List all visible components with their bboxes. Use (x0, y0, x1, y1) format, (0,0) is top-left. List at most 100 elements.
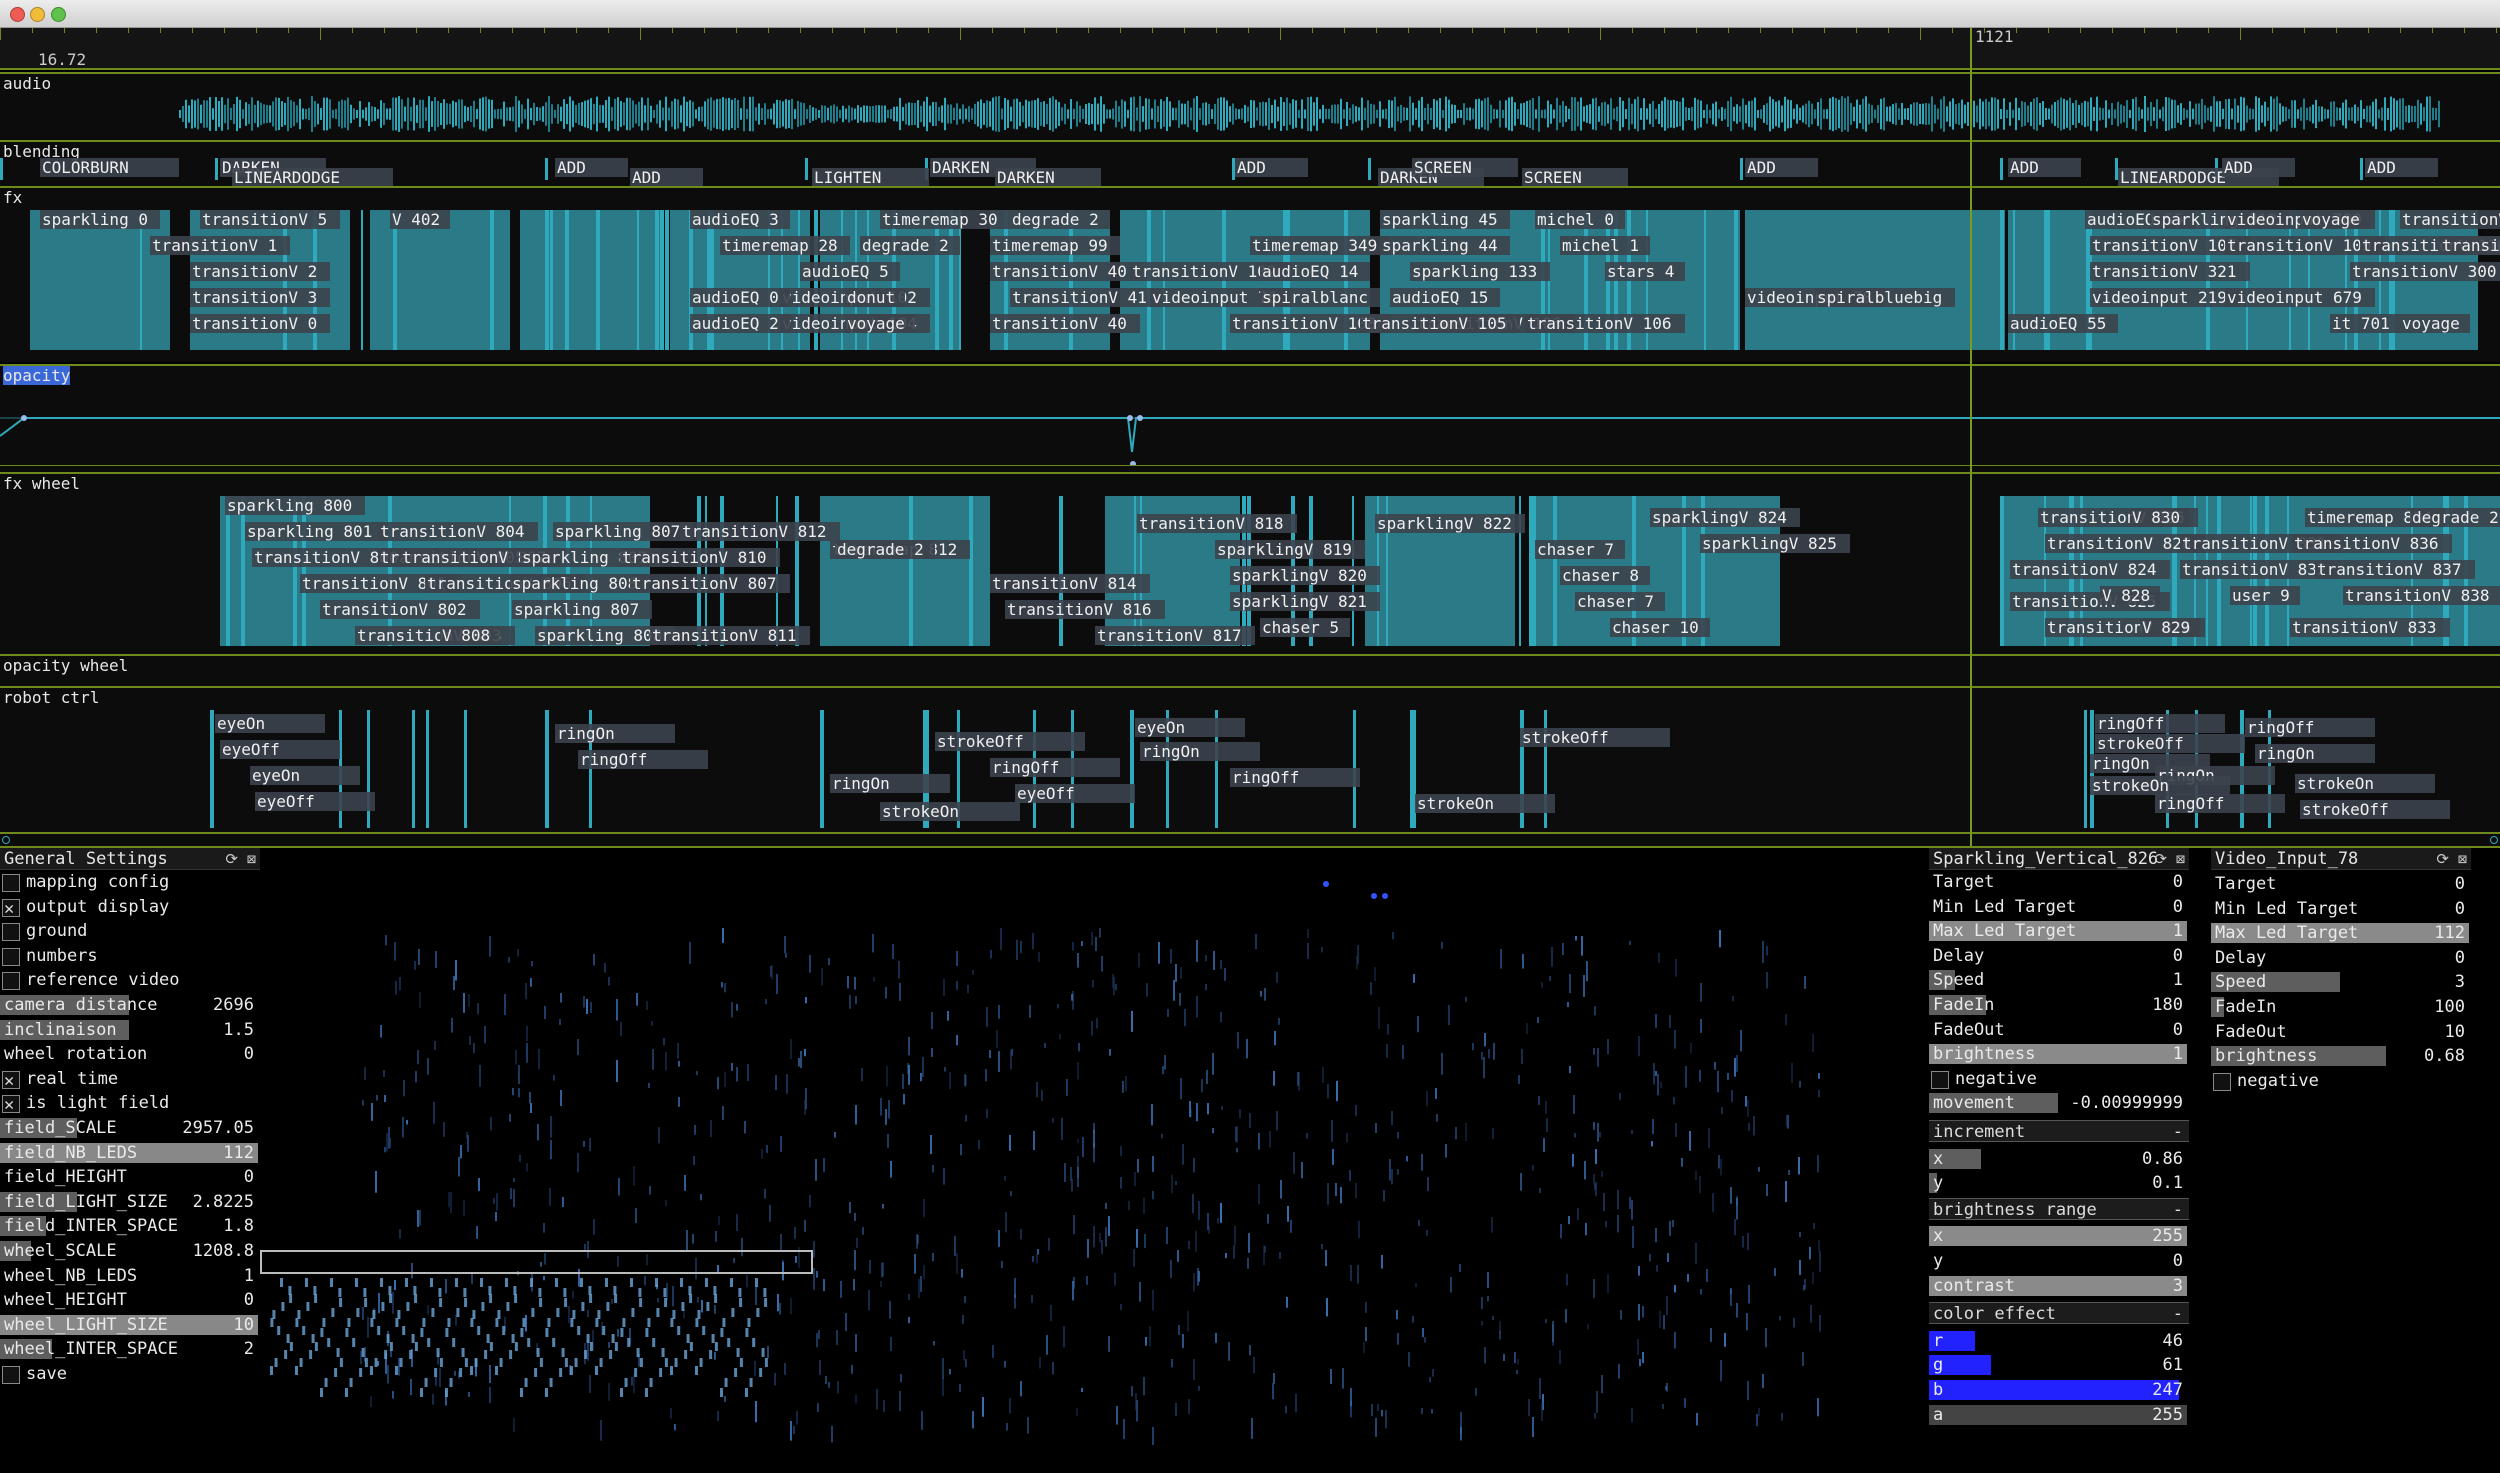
slider-wheel-inter-space[interactable]: wheel_INTER_SPACE 2 (0, 1337, 260, 1361)
checkbox-box[interactable] (2, 874, 20, 892)
checkbox-box[interactable] (2, 947, 20, 966)
checkbox-numbers[interactable]: numbers (0, 944, 260, 968)
track-robot-ctrl[interactable]: robot ctrl eyeOn eyeOff eyeOn eyeOff ringOn r… (0, 686, 2500, 832)
checkbox-box[interactable] (2, 923, 20, 942)
slider-delay[interactable]: Delay 0 (2211, 946, 2471, 970)
clip-block[interactable] (370, 210, 510, 350)
slider-brightness-range-y[interactable]: y0 (1929, 1249, 2189, 1273)
slider-color-r[interactable]: r 46 (1929, 1329, 2189, 1353)
checkbox-negative[interactable]: negative (2211, 1069, 2471, 1093)
panel-header[interactable]: General Settings ⟳ ⊠ (0, 848, 260, 870)
checkbox-box[interactable] (2, 1093, 20, 1117)
collapse-icon[interactable]: - (2173, 1199, 2183, 1221)
scroll-end-handle[interactable] (2490, 836, 2498, 844)
checkbox-save[interactable]: save (0, 1362, 260, 1386)
checkbox-box[interactable] (1931, 1070, 1949, 1089)
slider-brightness[interactable]: brightness 0.68 (2211, 1044, 2471, 1068)
slider-field-scale[interactable]: field_SCALE 2957.05 (0, 1116, 260, 1140)
slider-fadeout[interactable]: FadeOut 0 (1929, 1018, 2189, 1042)
section-header[interactable]: color effect - (1929, 1302, 2189, 1325)
slider-field-height[interactable]: field_HEIGHT 0 (0, 1165, 260, 1189)
slider-wheel-nb-leds[interactable]: wheel_NB_LEDS 1 (0, 1264, 260, 1288)
clip-block[interactable] (820, 496, 990, 646)
panel-header[interactable]: Sparkling_Vertical_826 ⟳ ⊠ (1929, 848, 2189, 870)
checkbox-reference-video[interactable]: reference video (0, 968, 260, 992)
slider-wheel-light-size[interactable]: wheel_LIGHT_SIZE 10 (0, 1313, 260, 1337)
zoom-window-button[interactable] (51, 7, 66, 22)
slider-fadeout[interactable]: FadeOut 10 (2211, 1020, 2471, 1044)
checkbox-output-display[interactable]: output display (0, 895, 260, 921)
section-header[interactable]: increment - (1929, 1120, 2189, 1142)
slider-max-led-target[interactable]: Max Led Target 1 (1929, 919, 2189, 943)
slider-fadein[interactable]: FadeIn 100 (2211, 995, 2471, 1019)
collapse-icon[interactable]: - (2173, 1303, 2183, 1325)
checkbox-negative[interactable]: negative (1929, 1067, 2189, 1091)
checkbox-box[interactable] (2, 897, 20, 921)
slider-target[interactable]: Target 0 (1929, 870, 2189, 894)
close-box-icon[interactable]: ⊠ (247, 850, 256, 868)
scroll-start-handle[interactable] (2, 836, 10, 844)
checkbox-box[interactable] (2, 972, 20, 991)
checkbox-box[interactable] (2, 1069, 20, 1093)
slider-delay[interactable]: Delay 0 (1929, 944, 2189, 968)
checkbox-mapping-config[interactable]: mapping config (0, 870, 260, 894)
slider-field-inter-space[interactable]: field_INTER_SPACE 1.8 (0, 1214, 260, 1238)
clip-block[interactable] (30, 210, 170, 350)
slider-fadein[interactable]: FadeIn 180 (1929, 993, 2189, 1017)
slider-contrast[interactable]: contrast 3 (1929, 1274, 2189, 1298)
checkbox-real-time[interactable]: real time (0, 1067, 260, 1093)
refresh-icon[interactable]: ⟳ (2436, 850, 2449, 868)
slider-wheel-rotation[interactable]: wheel rotation 0 (0, 1042, 260, 1066)
refresh-icon[interactable]: ⟳ (225, 850, 238, 868)
timeline-ruler[interactable]: 16.72 1121 (0, 27, 2500, 70)
clip-block[interactable] (220, 496, 650, 646)
clip-block[interactable] (520, 210, 660, 350)
playhead[interactable] (1970, 28, 1972, 846)
clip-label: ringOff (2095, 714, 2225, 733)
slider-movement[interactable]: movement -0.00999999 (1929, 1091, 2189, 1115)
panel-header[interactable]: Video_Input_78 ⟳ ⊠ (2211, 848, 2471, 870)
slider-inclinaison[interactable]: inclinaison 1.5 (0, 1018, 260, 1042)
slider-min-led-target[interactable]: Min Led Target 0 (1929, 895, 2189, 919)
track-fx[interactable]: fx sparkling 0 transitionV 5 transitionV 1… (0, 186, 2500, 362)
slider-field-light-size[interactable]: field_LIGHT_SIZE 2.8225 (0, 1190, 260, 1214)
slider-speed[interactable]: Speed 1 (1929, 968, 2189, 992)
collapse-icon[interactable]: - (2173, 1121, 2183, 1143)
track-opacity[interactable]: opacity (0, 364, 2500, 472)
slider-target[interactable]: Target 0 (2211, 872, 2471, 896)
opacity-curve[interactable] (0, 366, 2500, 466)
checkbox-box[interactable] (2213, 1072, 2231, 1091)
section-header[interactable]: brightness range - (1929, 1197, 2189, 1221)
close-box-icon[interactable]: ⊠ (2458, 850, 2467, 868)
ruler-tick (2112, 28, 2113, 33)
checkbox-box[interactable] (2, 1366, 20, 1384)
slider-camera-distance[interactable]: camera distance 2696 (0, 993, 260, 1017)
track-opacity-wheel[interactable]: opacity wheel (0, 654, 2500, 686)
minimize-window-button[interactable] (30, 7, 45, 22)
slider-color-b[interactable]: b 247 (1929, 1378, 2189, 1402)
checkbox-is-light-field[interactable]: is light field (0, 1091, 260, 1117)
slider-min-led-target[interactable]: Min Led Target 0 (2211, 897, 2471, 921)
slider-increment-y[interactable]: y 0.1 (1929, 1171, 2189, 1195)
slider-field-nb-leds[interactable]: field_NB_LEDS 112 (0, 1141, 260, 1165)
slider-color-g[interactable]: g 61 (1929, 1353, 2189, 1377)
slider-color-a[interactable]: a 255 (1929, 1403, 2189, 1427)
slider-brightness[interactable]: brightness 1 (1929, 1042, 2189, 1066)
slider-wheel-scale[interactable]: wheel_SCALE 1208.8 (0, 1239, 260, 1263)
track-fx-wheel[interactable]: fx wheel sparkling 800 sparkling 801 trans… (0, 472, 2500, 654)
timeline-scrollbar[interactable] (0, 832, 2500, 848)
close-window-button[interactable] (10, 7, 25, 22)
track-audio[interactable]: audio (0, 72, 2500, 140)
close-box-icon[interactable]: ⊠ (2176, 850, 2185, 868)
led-preview-viewport[interactable] (260, 848, 1925, 1473)
slider-speed[interactable]: Speed 3 (2211, 970, 2471, 994)
slider-wheel-height[interactable]: wheel_HEIGHT 0 (0, 1288, 260, 1312)
refresh-icon[interactable]: ⟳ (2154, 850, 2167, 868)
clip-block[interactable] (1745, 210, 2005, 350)
row-label: r (1933, 1330, 1944, 1351)
row-label: negative (1955, 1068, 2037, 1089)
slider-max-led-target[interactable]: Max Led Target 112 (2211, 921, 2471, 945)
checkbox-ground[interactable]: ground (0, 919, 260, 943)
slider-brightness-range-x[interactable]: x 255 (1929, 1224, 2189, 1248)
slider-increment-x[interactable]: x 0.86 (1929, 1147, 2189, 1171)
